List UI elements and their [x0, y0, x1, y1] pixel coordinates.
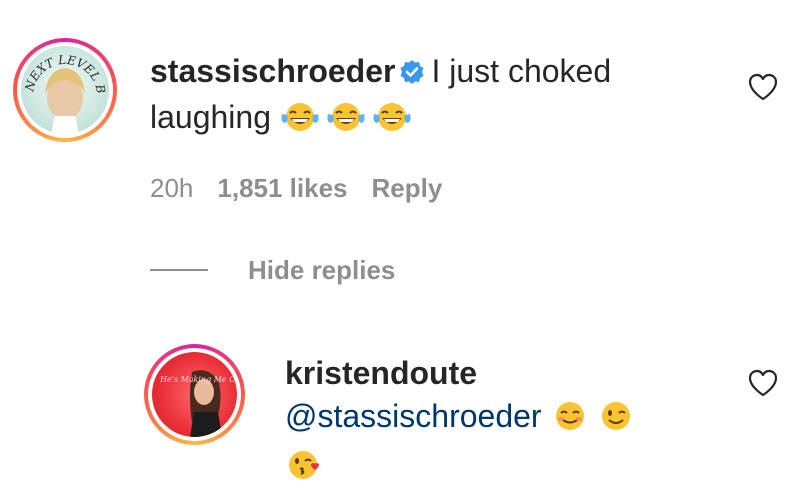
avatar-kristendoute[interactable]: He's Making Me Crazy: [144, 344, 245, 445]
comment-likes[interactable]: 1,851 likes: [217, 173, 347, 203]
reply-body: kristendoute @stassischroeder: [285, 352, 715, 493]
tears-of-joy-icon: [372, 100, 412, 145]
avatar-stassischroeder[interactable]: NEXT LEVEL BASIC: [13, 38, 117, 142]
verified-badge-icon: [399, 53, 425, 96]
avatar-lettering: He's Making Me Crazy: [159, 375, 237, 384]
like-heart-icon[interactable]: [748, 73, 778, 106]
reply-button[interactable]: Reply: [372, 173, 443, 203]
comment-body: stassischroeder I just choked laughing: [150, 50, 730, 145]
hide-replies-button[interactable]: Hide replies: [248, 254, 395, 286]
hide-replies-divider: [150, 269, 208, 271]
comment-time: 20h: [150, 173, 194, 203]
smiling-face-icon: [550, 399, 590, 444]
avatar-inner: NEXT LEVEL BASIC: [17, 42, 113, 138]
reply-username[interactable]: kristendoute: [285, 355, 477, 391]
tears-of-joy-icon: [280, 100, 320, 145]
tears-of-joy-icon: [326, 100, 366, 145]
avatar-image: NEXT LEVEL BASIC: [21, 46, 109, 134]
face-blowing-kiss-icon: [285, 448, 325, 493]
reply-mention-link[interactable]: @stassischroeder: [285, 398, 542, 434]
winking-face-icon: [596, 399, 636, 444]
comment-username[interactable]: stassischroeder: [150, 53, 395, 89]
avatar-artwork: NEXT LEVEL BASIC: [21, 46, 108, 134]
avatar-artwork: He's Making Me Crazy: [159, 370, 237, 437]
comment-meta: 20h 1,851 likes Reply: [150, 172, 466, 204]
like-heart-icon[interactable]: [748, 369, 778, 402]
avatar-inner: He's Making Me Crazy: [148, 348, 241, 441]
avatar-image: He's Making Me Crazy: [152, 352, 237, 437]
